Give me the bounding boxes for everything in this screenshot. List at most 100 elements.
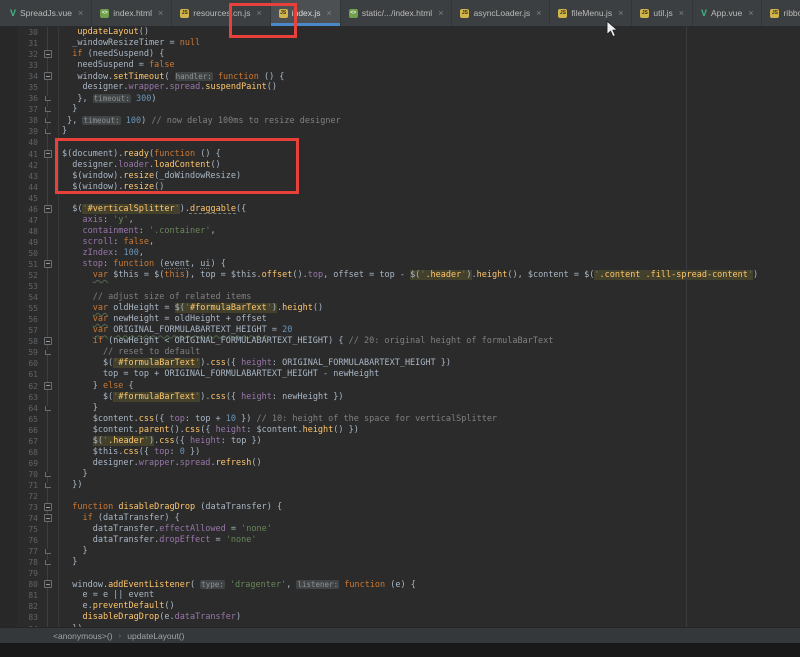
code-line[interactable]: 68 $this.css({ top: 0 }) (0, 447, 800, 458)
fold-gutter[interactable] (38, 502, 58, 513)
close-tab-icon[interactable]: × (536, 8, 541, 18)
fold-gutter[interactable] (38, 557, 58, 568)
fold-collapse-icon[interactable] (44, 337, 52, 345)
code-line[interactable]: 55 var oldHeight = $('#formulaBarText').… (0, 303, 800, 314)
code-line[interactable]: 32 if (needSuspend) { (0, 49, 800, 60)
fold-end-icon[interactable] (45, 406, 51, 411)
code-line[interactable]: 75 dataTransfer.effectAllowed = 'none' (0, 524, 800, 535)
fold-end-icon[interactable] (45, 472, 51, 477)
close-tab-icon[interactable]: × (78, 8, 83, 18)
code-line[interactable]: 83 disableDragDrop(e.dataTransfer) (0, 612, 800, 623)
code-line[interactable]: 71 }) (0, 480, 800, 491)
code-line[interactable]: 38 }, timeout: 100) // now delay 100ms t… (0, 115, 800, 126)
fold-gutter[interactable] (38, 347, 58, 358)
tab-ribbon.js[interactable]: JSribbon.js× (762, 0, 800, 26)
fold-collapse-icon[interactable] (44, 580, 52, 588)
tab-spreadjs.vue[interactable]: VSpreadJs.vue× (2, 0, 92, 26)
code-line[interactable]: 47 axis: 'y', (0, 215, 800, 226)
code-line[interactable]: 65 $content.css({ top: top + 10 }) // 10… (0, 414, 800, 425)
fold-gutter[interactable] (38, 259, 58, 270)
fold-gutter[interactable] (38, 513, 58, 524)
fold-gutter[interactable] (38, 403, 58, 414)
code-line[interactable]: 53 (0, 281, 800, 292)
close-tab-icon[interactable]: × (438, 8, 443, 18)
close-tab-icon[interactable]: × (158, 8, 163, 18)
code-line[interactable]: 30 updateLayout() (0, 27, 800, 38)
tab-asyncloader.js[interactable]: JSasyncLoader.js× (452, 0, 550, 26)
fold-end-icon[interactable] (45, 118, 51, 123)
fold-collapse-icon[interactable] (44, 514, 52, 522)
code-line[interactable]: 45 (0, 193, 800, 204)
fold-gutter[interactable] (38, 336, 58, 347)
code-line[interactable]: 52 var $this = $(this), top = $this.offs… (0, 270, 800, 281)
code-line[interactable]: 34 window.setTimeout( handler: function … (0, 71, 800, 82)
code-line[interactable]: 58 if (newHeight < ORIGINAL_FORMULABARTE… (0, 336, 800, 347)
tab-app.vue[interactable]: VApp.vue× (693, 0, 762, 26)
code-line[interactable]: 59 // reset to default (0, 347, 800, 358)
code-line[interactable]: 54 // adjust size of related items (0, 292, 800, 303)
code-line[interactable]: 51 stop: function (event, ui) { (0, 259, 800, 270)
fold-gutter[interactable] (38, 49, 58, 60)
code-line[interactable]: 46 $('#verticalSplitter').draggable({ (0, 204, 800, 215)
close-tab-icon[interactable]: × (679, 8, 684, 18)
tab-index.html[interactable]: <>index.html× (92, 0, 172, 26)
fold-end-icon[interactable] (45, 350, 51, 355)
fold-end-icon[interactable] (45, 96, 51, 101)
fold-gutter[interactable] (38, 104, 58, 115)
code-line[interactable]: 77 } (0, 546, 800, 557)
fold-collapse-icon[interactable] (44, 382, 52, 390)
fold-end-icon[interactable] (45, 483, 51, 488)
code-line[interactable]: 37 } (0, 104, 800, 115)
code-line[interactable]: 48 containment: '.container', (0, 226, 800, 237)
code-line[interactable]: 60 $('#formulaBarText').css({ height: OR… (0, 358, 800, 369)
fold-gutter[interactable] (38, 204, 58, 215)
code-line[interactable]: 57 var ORIGINAL_FORMULABARTEXT_HEIGHT = … (0, 325, 800, 336)
code-line[interactable]: 39} (0, 126, 800, 137)
code-line[interactable]: 80 window.addEventListener( type: 'drage… (0, 579, 800, 590)
fold-gutter[interactable] (38, 469, 58, 480)
fold-gutter[interactable] (38, 480, 58, 491)
code-line[interactable]: 82 e.preventDefault() (0, 601, 800, 612)
code-line[interactable]: 66 $content.parent().css({ height: $cont… (0, 425, 800, 436)
close-tab-icon[interactable]: × (618, 8, 623, 18)
code-editor[interactable]: 30 updateLayout()31 _windowResizeTimer =… (0, 27, 800, 627)
code-line[interactable]: 79 (0, 568, 800, 579)
fold-gutter[interactable] (38, 93, 58, 104)
code-line[interactable]: 67 $('.header').css({ height: top }) (0, 436, 800, 447)
fold-end-icon[interactable] (45, 560, 51, 565)
code-line[interactable]: 50 zIndex: 100, (0, 248, 800, 259)
fold-gutter[interactable] (38, 381, 58, 392)
fold-gutter[interactable] (38, 71, 58, 82)
fold-collapse-icon[interactable] (44, 205, 52, 213)
tab-filemenu.js[interactable]: JSfileMenu.js× (550, 0, 632, 26)
tab-util.js[interactable]: JSutil.js× (632, 0, 693, 26)
code-line[interactable]: 70 } (0, 469, 800, 480)
code-line[interactable]: 64 } (0, 403, 800, 414)
fold-gutter[interactable] (38, 126, 58, 137)
code-line[interactable]: 62 } else { (0, 381, 800, 392)
code-line[interactable]: 35 designer.wrapper.spread.suspendPaint(… (0, 82, 800, 93)
code-area[interactable]: 30 updateLayout()31 _windowResizeTimer =… (0, 27, 800, 627)
tab-static-...-index.html[interactable]: <>static/.../index.html× (341, 0, 453, 26)
code-line[interactable]: 36 }, timeout: 300) (0, 93, 800, 104)
code-line[interactable]: 72 (0, 491, 800, 502)
code-line[interactable]: 76 dataTransfer.dropEffect = 'none' (0, 535, 800, 546)
code-line[interactable]: 78 } (0, 557, 800, 568)
fold-collapse-icon[interactable] (44, 260, 52, 268)
fold-collapse-icon[interactable] (44, 72, 52, 80)
code-line[interactable]: 31 _windowResizeTimer = null (0, 38, 800, 49)
code-line[interactable]: 74 if (dataTransfer) { (0, 513, 800, 524)
code-line[interactable]: 73 function disableDragDrop (dataTransfe… (0, 502, 800, 513)
breadcrumb-item-anonymous[interactable]: <anonymous>() (53, 631, 113, 641)
close-tab-icon[interactable]: × (748, 8, 753, 18)
fold-end-icon[interactable] (45, 107, 51, 112)
code-line[interactable]: 69 designer.wrapper.spread.refresh() (0, 458, 800, 469)
close-tab-icon[interactable]: × (327, 8, 332, 18)
fold-gutter[interactable] (38, 546, 58, 557)
code-line[interactable]: 61 top = top + ORIGINAL_FORMULABARTEXT_H… (0, 369, 800, 380)
fold-gutter[interactable] (38, 579, 58, 590)
fold-collapse-icon[interactable] (44, 150, 52, 158)
code-line[interactable]: 63 $('#formulaBarText').css({ height: ne… (0, 392, 800, 403)
code-line[interactable]: 81 e = e || event (0, 590, 800, 601)
fold-collapse-icon[interactable] (44, 50, 52, 58)
